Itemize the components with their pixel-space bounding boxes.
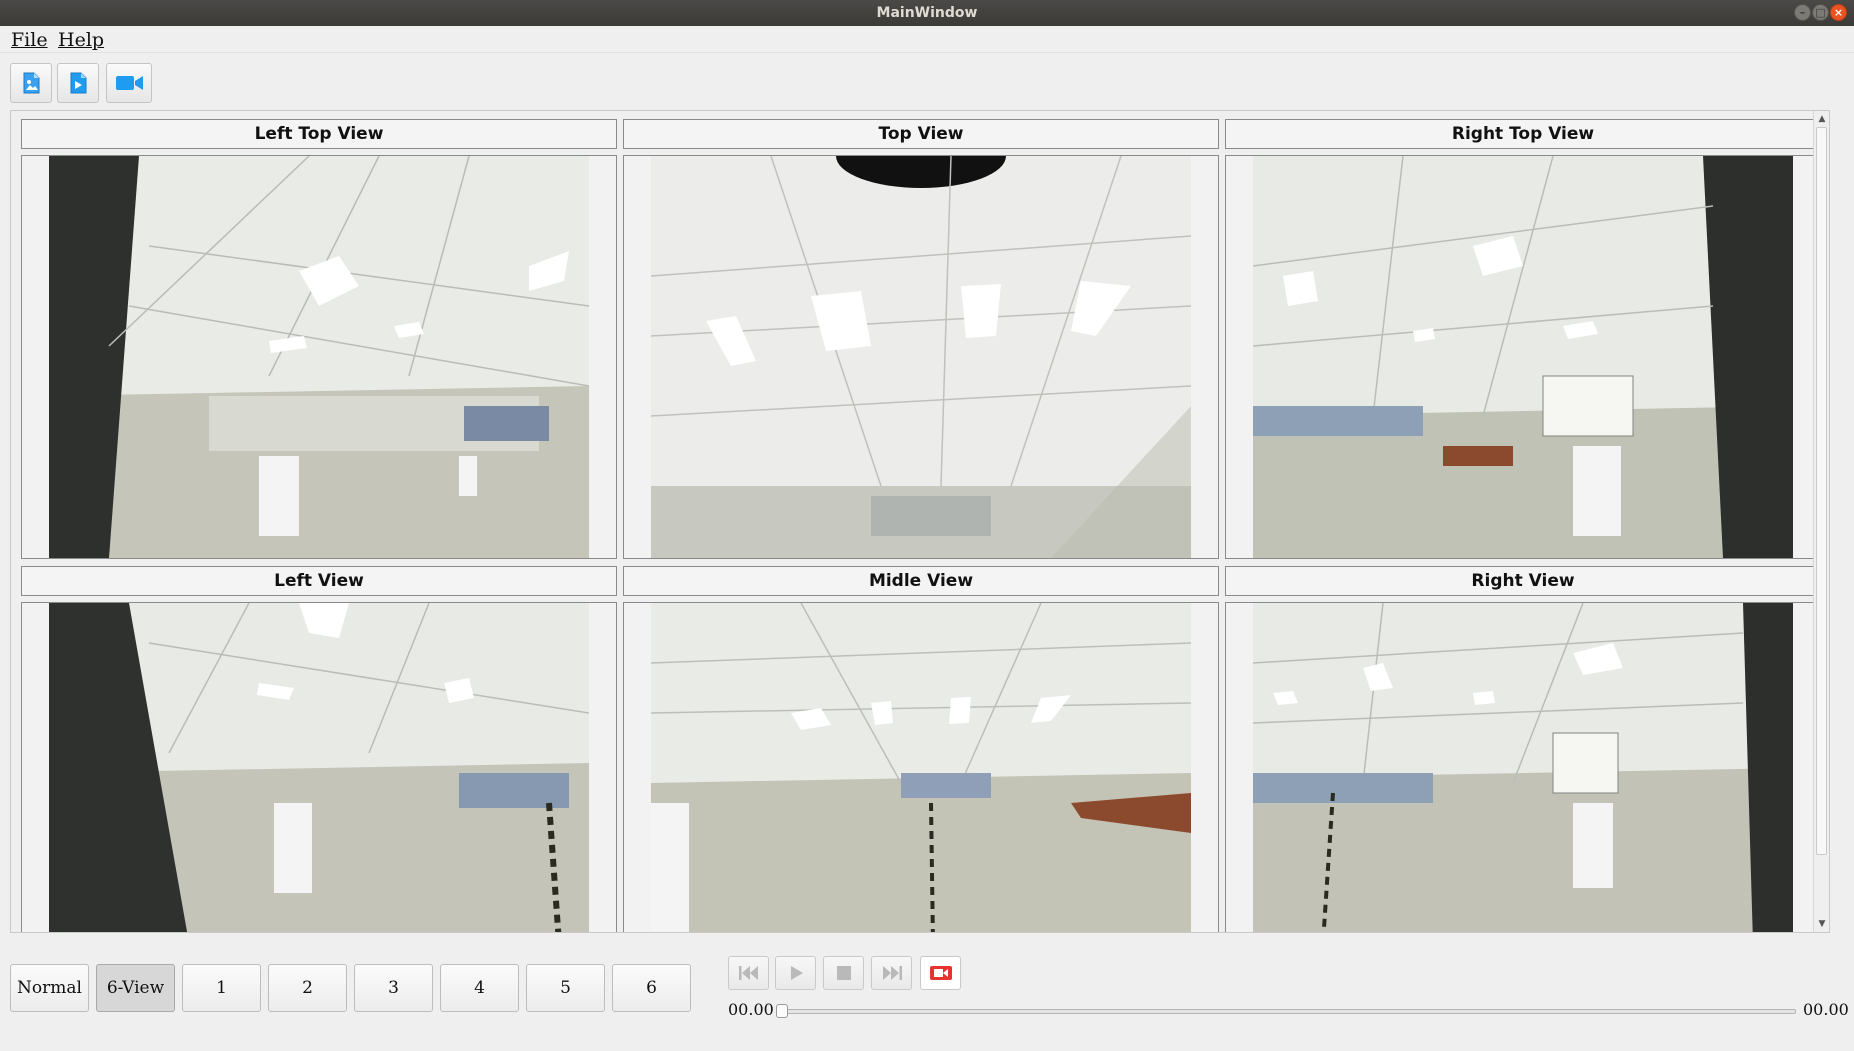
stop-icon [837,966,851,980]
top-view-image [651,156,1191,558]
record-button[interactable] [920,956,961,990]
scroll-up-icon[interactable]: ▲ [1816,113,1828,125]
title-bar: MainWindow – □ × [0,0,1854,26]
open-image-button[interactable] [10,63,52,103]
right-view-label: Right View [1225,566,1821,596]
left-top-view-image [49,156,589,558]
view-area: Left Top View Top View Right Top View Le… [10,110,1830,933]
current-time: 00.00 [728,1000,774,1019]
seek-handle[interactable] [776,1004,788,1018]
right-view-image [1253,603,1793,932]
left-view-frame [21,602,617,932]
right-view-frame [1225,602,1821,932]
right-top-view-label: Right Top View [1225,119,1821,149]
scrollbar-thumb[interactable] [1816,127,1827,855]
left-top-view-label: Left Top View [21,119,617,149]
open-image-icon [23,72,40,94]
minimize-icon[interactable]: – [1794,4,1811,21]
view-5-button[interactable]: 5 [526,964,605,1012]
left-top-view-frame [21,155,617,559]
top-view-frame [623,155,1219,559]
record-icon [930,966,952,980]
seek-slider[interactable] [782,1009,1796,1014]
midle-view-image [651,603,1191,932]
total-time: 00.00 [1803,1000,1849,1019]
left-view-image [49,603,589,932]
open-video-icon [70,72,87,94]
menu-file[interactable]: File [11,29,48,51]
left-view-label: Left View [21,566,617,596]
scroll-down-icon[interactable]: ▼ [1816,918,1828,930]
play-icon [791,966,803,980]
skip-forward-icon [883,966,902,980]
view-3-button[interactable]: 3 [354,964,433,1012]
right-top-view-image [1253,156,1793,558]
six-view-mode-button[interactable]: 6-View [96,964,175,1012]
window-title: MainWindow [876,5,978,21]
close-icon[interactable]: × [1830,4,1847,21]
vertical-scrollbar[interactable]: ▲ ▼ [1813,111,1829,932]
midle-view-frame [623,602,1219,932]
view-2-button[interactable]: 2 [268,964,347,1012]
view-6-button[interactable]: 6 [612,964,691,1012]
midle-view-label: Midle View [623,566,1219,596]
play-button[interactable] [775,956,816,990]
toolbar [0,56,1854,110]
maximize-icon[interactable]: □ [1812,4,1829,21]
view-1-button[interactable]: 1 [182,964,261,1012]
skip-back-button[interactable] [728,956,769,990]
skip-forward-button[interactable] [871,956,912,990]
camera-button[interactable] [106,63,152,103]
top-view-label: Top View [623,119,1219,149]
right-top-view-frame [1225,155,1821,559]
skip-back-icon [739,966,758,980]
view-4-button[interactable]: 4 [440,964,519,1012]
menu-bar: File Help [0,26,1854,53]
normal-mode-button[interactable]: Normal [10,964,89,1012]
camera-icon [116,76,143,90]
open-video-button[interactable] [57,63,99,103]
menu-help[interactable]: Help [58,29,104,51]
stop-button[interactable] [823,956,864,990]
